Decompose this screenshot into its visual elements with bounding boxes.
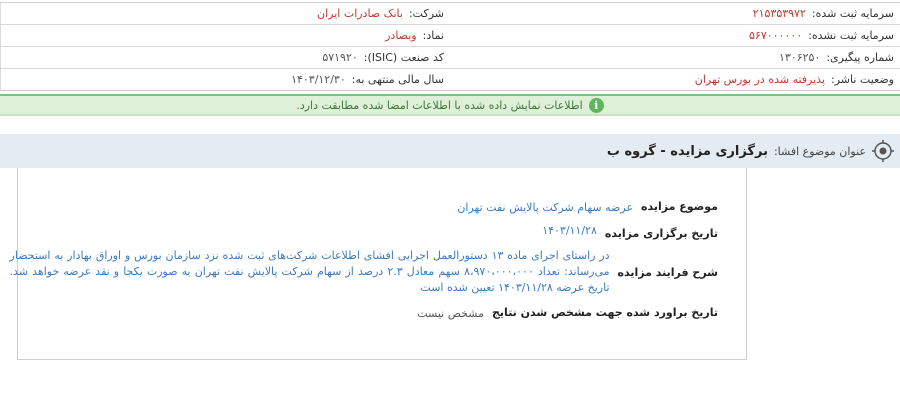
date-value: ۱۴۰۳/۱۱/۲۸ <box>542 224 597 237</box>
disclosure-title-bar: عنوان موضوع افشا: برگزاری مزایده - گروه … <box>0 134 900 168</box>
detail-process: شرح فرایند مزایده در راستای اجرای ماده ۱… <box>10 248 718 296</box>
fiscal-label: سال مالی منتهی به: <box>351 73 444 86</box>
date-label: تاریخ برگزاری مزایده <box>604 227 718 240</box>
unregistered-label: سرمایه ثبت نشده: <box>808 29 894 42</box>
estimate-value: مشخص نیست <box>417 307 484 320</box>
process-value: در راستای اجرای ماده ۱۳ دستورالعمل اجرای… <box>9 249 610 294</box>
fiscal-value: ۱۴۰۳/۱۲/۳۰ <box>291 73 346 86</box>
info-row-fiscal: وضعیت ناشر: پذیرفته شده در بورس تهران سا… <box>0 69 900 91</box>
subject-value: عرضه سهام شرکت پالایش نفت تهران <box>457 201 634 214</box>
page-title: برگزاری مزایده - گروه ب <box>606 143 768 159</box>
info-row-symbol: سرمایه ثبت نشده: ۵۶۷۰۰۰۰۰۰ نماد: وبصادر <box>0 25 900 47</box>
tracking-value: ۱۳۰۶۲۵۰ <box>778 51 821 64</box>
subject-label: موضوع مزایده <box>641 200 718 213</box>
company-info-table: سرمایه ثبت شده: ۲۱۵۳۵۳۹۷۲ شرکت: بانک صاد… <box>0 2 900 91</box>
capital-label: سرمایه ثبت شده: <box>811 7 894 20</box>
detail-estimate: تاریخ براورد شده جهت مشخص شدن نتایج مشخص… <box>417 306 718 322</box>
target-icon <box>872 140 894 162</box>
isic-value: ۵۷۱۹۲۰ <box>322 51 358 64</box>
company-label: شرکت: <box>408 7 444 20</box>
status-value: پذیرفته شده در بورس تهران <box>694 73 826 86</box>
info-icon: i <box>588 97 604 113</box>
unregistered-value: ۵۶۷۰۰۰۰۰۰ <box>749 29 803 42</box>
estimate-label: تاریخ براورد شده جهت مشخص شدن نتایج <box>492 306 718 319</box>
tracking-cell: شماره پیگیری: ۱۳۰۶۲۵۰ <box>450 47 900 68</box>
status-label: وضعیت ناشر: <box>831 73 894 86</box>
isic-label: کد صنعت (ISIC): <box>363 51 444 64</box>
info-row-isic: شماره پیگیری: ۱۳۰۶۲۵۰ کد صنعت (ISIC): ۵۷… <box>0 47 900 69</box>
fiscal-cell: سال مالی منتهی به: ۱۴۰۳/۱۲/۳۰ <box>0 69 450 90</box>
detail-date: تاریخ برگزاری مزایده ۱۴۰۳/۱۱/۲۸ <box>542 223 718 240</box>
symbol-value: وبصادر <box>385 29 417 42</box>
unregistered-cell: سرمایه ثبت نشده: ۵۶۷۰۰۰۰۰۰ <box>450 25 900 46</box>
tracking-label: شماره پیگیری: <box>826 51 894 64</box>
status-cell: وضعیت ناشر: پذیرفته شده در بورس تهران <box>450 69 900 90</box>
auction-details-box: موضوع مزایده عرضه سهام شرکت پالایش نفت ت… <box>10 168 747 360</box>
title-label: عنوان موضوع افشا: <box>773 144 866 158</box>
company-cell: شرکت: بانک صادرات ایران <box>0 3 450 24</box>
symbol-label: نماد: <box>422 29 444 42</box>
isic-cell: کد صنعت (ISIC): ۵۷۱۹۲۰ <box>0 47 450 68</box>
capital-value: ۲۱۵۳۵۳۹۷۲ <box>752 7 806 20</box>
capital-cell: سرمایه ثبت شده: ۲۱۵۳۵۳۹۷۲ <box>450 3 900 24</box>
detail-subject: موضوع مزایده عرضه سهام شرکت پالایش نفت ت… <box>457 200 718 216</box>
info-row-company: سرمایه ثبت شده: ۲۱۵۳۵۳۹۷۲ شرکت: بانک صاد… <box>0 3 900 25</box>
company-value: بانک صادرات ایران <box>317 7 403 20</box>
symbol-cell: نماد: وبصادر <box>0 25 450 46</box>
notice-text: اطلاعات نمایش داده شده با اطلاعات امضا ش… <box>296 98 583 112</box>
signature-match-notice: i اطلاعات نمایش داده شده با اطلاعات امضا… <box>0 94 900 116</box>
process-label: شرح فرایند مزایده <box>617 266 718 279</box>
